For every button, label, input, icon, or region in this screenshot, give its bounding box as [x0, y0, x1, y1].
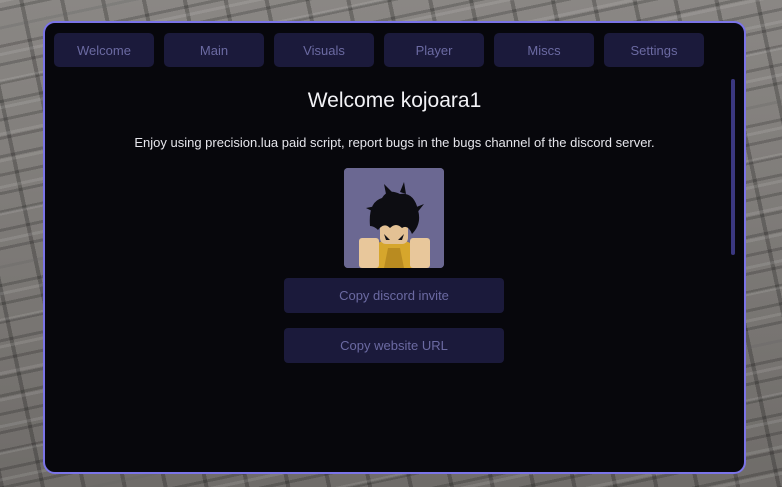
avatar-image — [344, 168, 444, 268]
tab-settings[interactable]: Settings — [604, 33, 704, 67]
tab-main[interactable]: Main — [164, 33, 264, 67]
welcome-title: Welcome kojoara1 — [307, 89, 482, 112]
player-avatar — [344, 168, 444, 268]
tab-miscs[interactable]: Miscs — [494, 33, 594, 67]
tab-welcome[interactable]: Welcome — [54, 33, 154, 67]
copy-discord-invite-button[interactable]: Copy discord invite — [284, 278, 504, 313]
tab-visuals[interactable]: Visuals — [274, 33, 374, 67]
tab-player[interactable]: Player — [384, 33, 484, 67]
copy-website-url-button[interactable]: Copy website URL — [284, 328, 504, 363]
script-hub-window: Welcome Main Visuals Player Miscs Settin… — [43, 21, 746, 474]
welcome-message: Enjoy using precision.lua paid script, r… — [134, 135, 655, 150]
tab-bar: Welcome Main Visuals Player Miscs Settin… — [54, 33, 704, 67]
